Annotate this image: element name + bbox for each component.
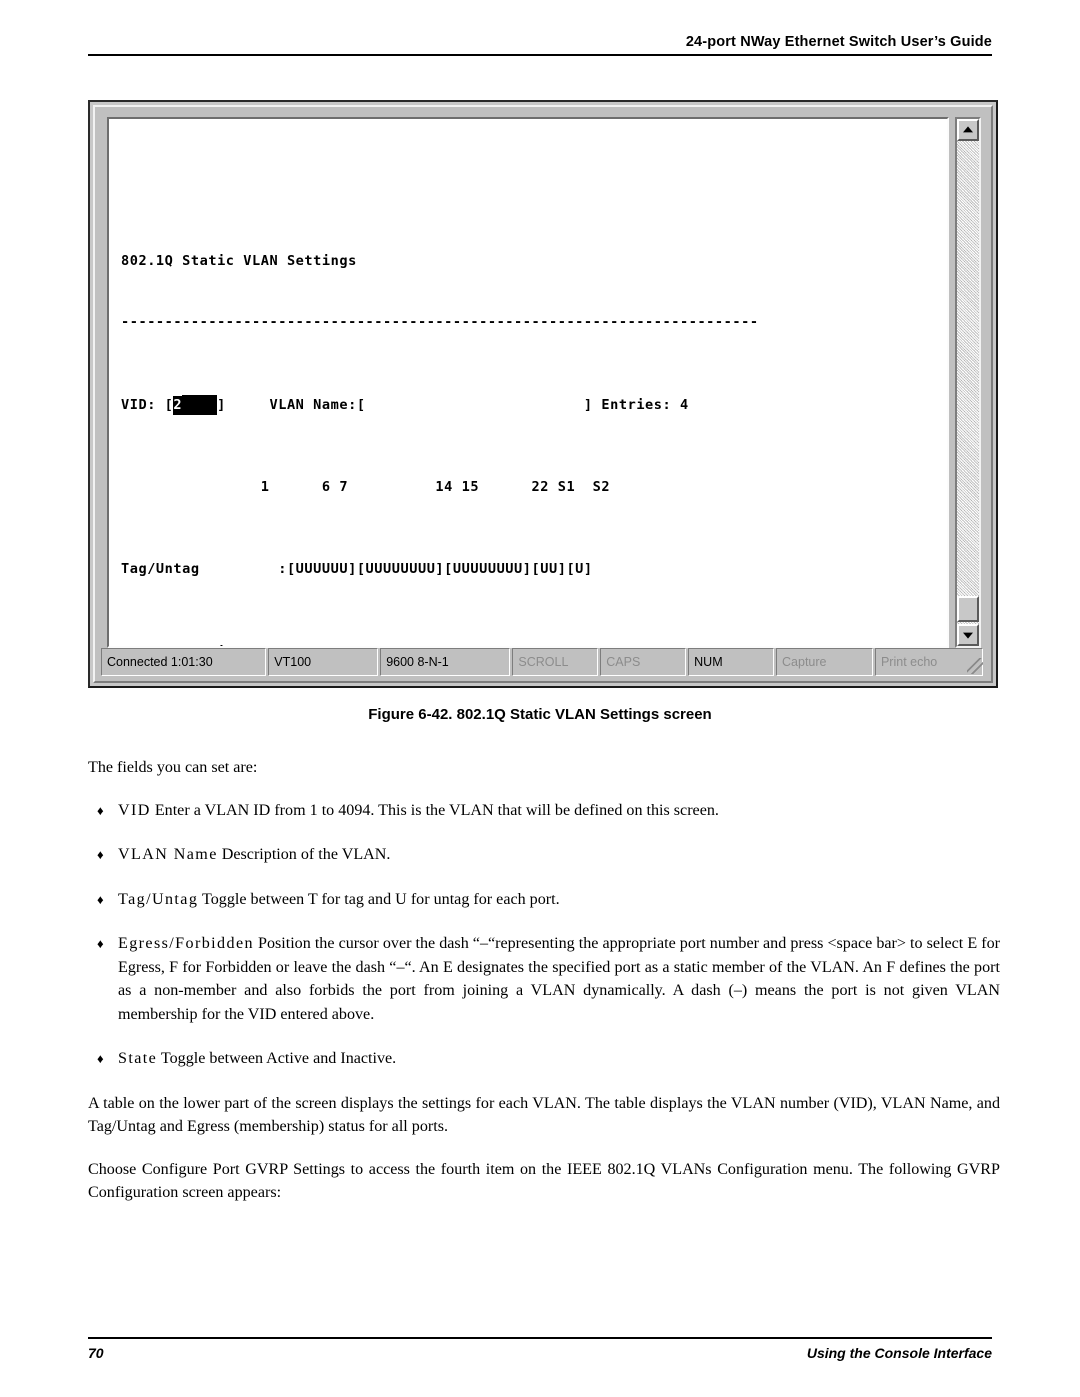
bullet-description: Enter a VLAN ID from 1 to 4094. This is … [150,801,719,819]
tag-untag-value[interactable]: :[UUUUUU][UUUUUUUU][UUUUUUUU][UU][U] [278,561,592,577]
terminal-window-frame: 802.1Q Static VLAN Settings ------------… [93,105,993,683]
status-connected: Connected 1:01:30 [101,648,267,676]
page-number: 70 [88,1345,104,1361]
list-item: ♦ VLAN Name Description of the VLAN. [88,843,1000,867]
bullet-text: Tag/Untag Toggle between T for tag and U… [118,888,1000,912]
terminal-line-blank-1 [121,189,802,210]
terminal-scrollbar[interactable] [955,117,981,648]
diamond-bullet-icon: ♦ [97,891,104,907]
page-header-rule [88,54,992,56]
bullet-text: State Toggle between Active and Inactive… [118,1047,1000,1071]
choose-gvrp-paragraph: Choose Configure Port GVRP Settings to a… [88,1160,1000,1202]
diamond-bullet-icon: ♦ [97,1051,104,1066]
terminal-screen[interactable]: 802.1Q Static VLAN Settings ------------… [107,117,949,648]
vlan-name-input[interactable] [366,397,584,413]
screen-title-text: 802.1Q Static VLAN Settings [121,252,357,269]
scrollbar-track[interactable] [957,141,979,624]
page-footer-rule [88,1337,992,1339]
bullet-description: Toggle between T for tag and U for untag… [198,890,560,908]
list-item: ♦ Egress/Forbidden Position the cursor o… [88,932,1000,1026]
figure-caption: Figure 6-42. 802.1Q Static VLAN Settings… [368,706,712,723]
terminal-window[interactable]: 802.1Q Static VLAN Settings ------------… [88,100,998,688]
page-header: 24-port NWay Ethernet Switch User’s Guid… [88,34,992,56]
vid-field-row[interactable]: VID: [2 ] VLAN Name:[ ] Entries: 4 [121,394,802,416]
diamond-bullet-icon: ♦ [97,936,104,951]
vid-label: VID: [ [121,396,174,413]
tag-untag-label: Tag/Untag [121,561,279,578]
terminal-screen-title: 802.1Q Static VLAN Settings [121,251,802,272]
vlan-name-close-bracket: ] [583,396,593,413]
status-line-settings: 9600 8-N-1 [380,648,511,676]
terminal-divider-top: ----------------------------------------… [121,314,759,331]
list-item: ♦ State Toggle between Active and Inacti… [88,1047,1000,1071]
port-number-ruler: 1 6 7 14 15 22 S1 S2 [121,479,611,496]
diamond-bullet-icon: ♦ [97,847,104,862]
terminal-status-bar: Connected 1:01:30 VT100 9600 8-N-1 SCROL… [101,648,985,676]
vlan-name-label: VLAN Name:[ [269,396,366,413]
scrollbar-thumb[interactable] [957,596,979,622]
status-emulation: VT100 [268,648,379,676]
footer-section-title: Using the Console Interface [806,1345,992,1361]
bullet-field-name: VID [118,801,151,819]
scroll-down-button[interactable] [957,624,979,646]
bullet-description: Toggle between Active and Inactive. [157,1050,397,1067]
bullet-text: VID Enter a VLAN ID from 1 to 4094. This… [118,799,1000,823]
list-item: ♦ Tag/Untag Toggle between T for tag and… [88,888,1000,912]
bullet-description: Description of the VLAN. [217,846,391,863]
vid-cursor [182,394,218,416]
table-description-paragraph: A table on the lower part of the screen … [88,1094,1000,1136]
body-copy: The fields you can set are: ♦ VID Enter … [88,756,1000,1224]
status-indicator-num: NUM [688,648,775,676]
terminal-text-content: 802.1Q Static VLAN Settings ------------… [121,127,802,646]
status-indicator-caps: CAPS [600,648,687,676]
entries-count: Entries: 4 [592,396,689,413]
bullet-text: VLAN Name Description of the VLAN. [118,843,1000,867]
bullet-text: Egress/Forbidden Position the cursor ove… [118,932,1000,1026]
bullet-field-name: State [118,1050,158,1067]
list-item: ♦ VID Enter a VLAN ID from 1 to 4094. Th… [88,799,1000,823]
bullet-field-name: Egress/Forbidden [118,935,254,952]
diamond-bullet-icon: ♦ [97,802,104,818]
vid-close-bracket: ] [217,396,226,413]
chevron-down-icon [963,632,973,639]
page-footer: 70 Using the Console Interface [88,1337,992,1361]
chevron-up-icon [963,126,973,133]
page-footer-row: 70 Using the Console Interface [88,1345,992,1361]
intro-paragraph: The fields you can set are: [88,759,258,776]
tag-untag-row[interactable]: Tag/Untag :[UUUUUU][UUUUUUUU][UUUUUUUU][… [121,559,802,580]
vid-input-value[interactable]: 2 [173,395,183,415]
page-header-title: 24-port NWay Ethernet Switch User’s Guid… [685,34,992,50]
status-capture: Capture [776,648,873,676]
bullet-field-name: VLAN Name [118,846,218,863]
scroll-up-button[interactable] [957,119,979,141]
bullet-field-name: Tag/Untag [118,890,199,908]
status-indicator-scroll: SCROLL [512,648,599,676]
